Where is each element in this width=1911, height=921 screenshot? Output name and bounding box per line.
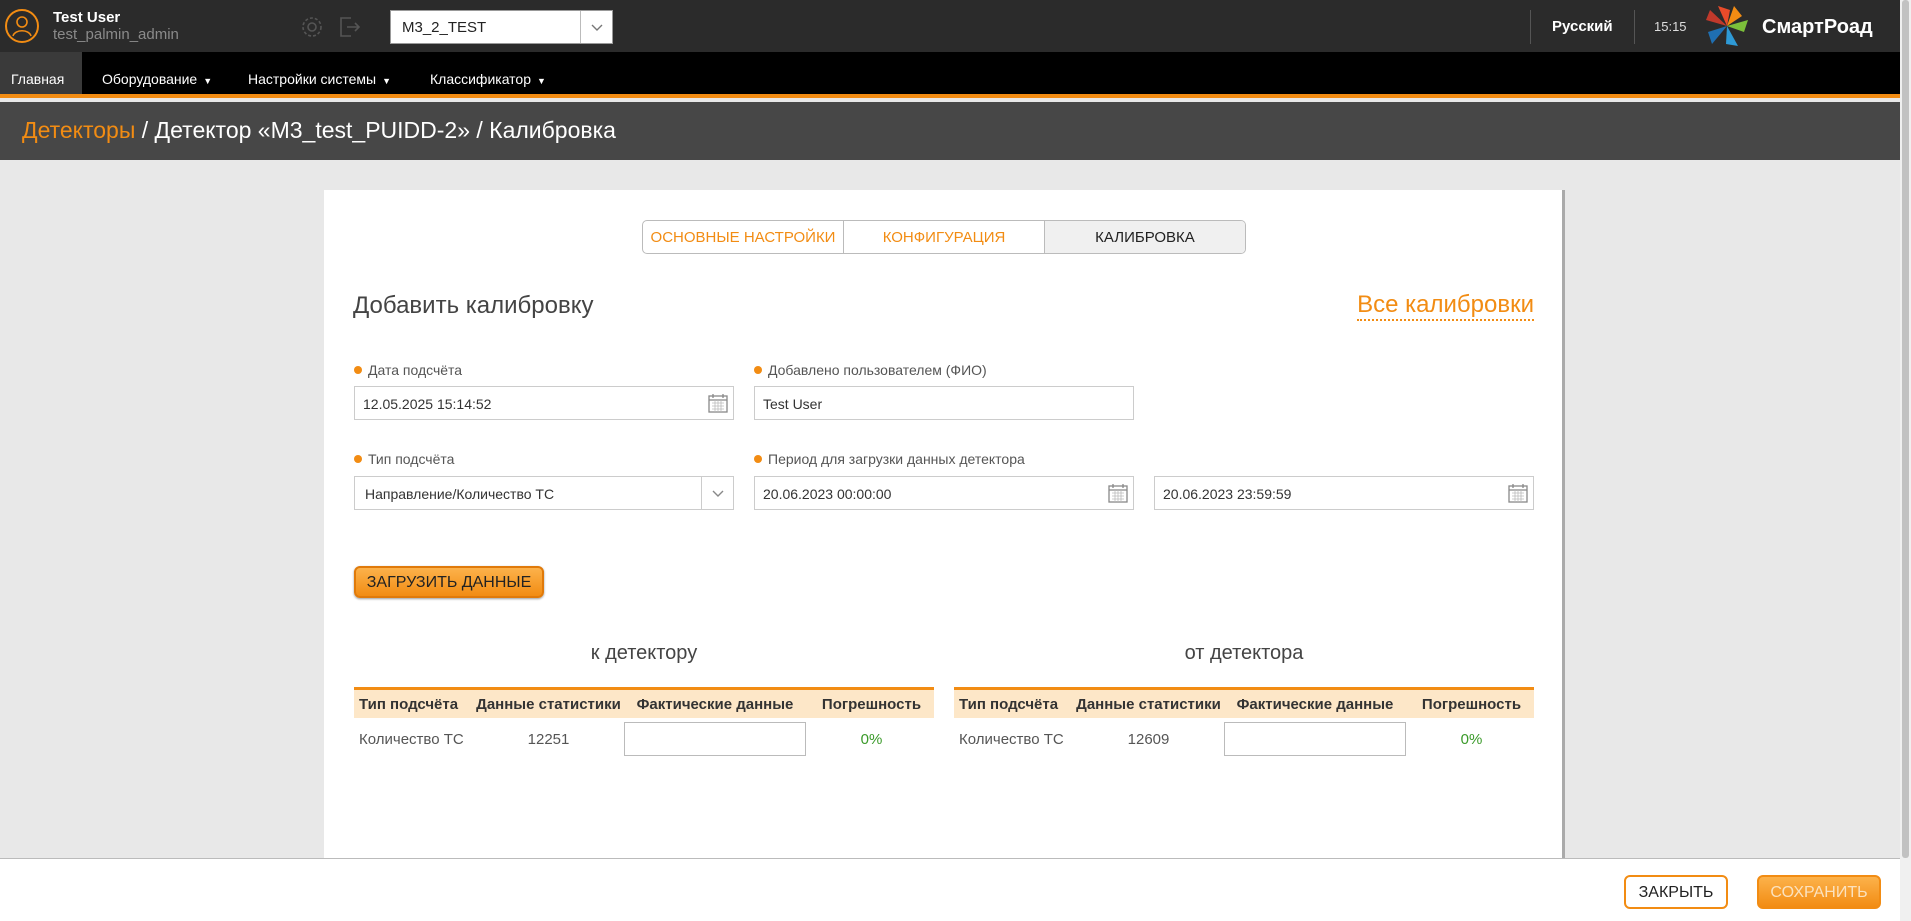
column-header: Погрешность xyxy=(1421,696,1522,713)
column-header: Фактические данные xyxy=(636,696,794,713)
menu-item-equipment[interactable]: Оборудование ▼ xyxy=(102,52,212,94)
error-cell: 0% xyxy=(1460,730,1483,748)
menu-item-classifier[interactable]: Классификатор ▼ xyxy=(430,52,546,94)
divider xyxy=(1530,10,1531,44)
clock: 15:15 xyxy=(1654,19,1687,34)
count-date-value: 12.05.2025 15:14:52 xyxy=(363,396,492,412)
label-text: Добавлено пользователем (ФИО) xyxy=(768,362,987,378)
count-type-select[interactable]: Направление/Количество ТС xyxy=(354,476,734,510)
required-dot-icon xyxy=(754,455,762,463)
project-select-value: M3_2_TEST xyxy=(402,19,487,36)
user-login: test_palmin_admin xyxy=(53,26,179,43)
column-header: Погрешность xyxy=(821,696,922,713)
added-by-field[interactable]: Test User xyxy=(754,386,1134,420)
period-to-field[interactable]: 20.06.2023 23:59:59 xyxy=(1154,476,1534,510)
table-header: Тип подсчёта Данные статистики Фактическ… xyxy=(954,687,1534,718)
count-type-cell: Количество ТС xyxy=(359,730,464,748)
top-bar: Test User test_palmin_admin M3_2_TEST Ру… xyxy=(0,0,1900,52)
actual-data-input[interactable] xyxy=(1224,722,1406,756)
actual-data-cell xyxy=(621,722,809,756)
table-row: Количество ТС 12251 0% xyxy=(354,718,934,760)
column-header: Тип подсчёта xyxy=(359,696,459,713)
project-select[interactable]: M3_2_TEST xyxy=(390,10,613,44)
stats-cell: 12251 xyxy=(527,730,570,748)
page-title: Добавить калибровку xyxy=(353,292,594,319)
actual-data-cell xyxy=(1221,722,1409,756)
from-detector-table: Тип подсчёта Данные статистики Фактическ… xyxy=(954,687,1534,760)
added-by-label: Добавлено пользователем (ФИО) xyxy=(754,362,987,378)
user-avatar-icon[interactable] xyxy=(5,9,39,43)
chevron-down-icon: ▼ xyxy=(537,76,546,86)
scrollbar-thumb[interactable] xyxy=(1902,0,1909,858)
menu-item-label: Настройки системы xyxy=(248,71,377,87)
language-switch[interactable]: Русский xyxy=(1552,18,1613,35)
period-from-field[interactable]: 20.06.2023 00:00:00 xyxy=(754,476,1134,510)
gear-icon[interactable] xyxy=(300,15,324,39)
breadcrumb-current: / Детектор «M3_test_PUIDD-2» / Калибровк… xyxy=(135,117,616,143)
column-header: Фактические данные xyxy=(1236,696,1394,713)
menu-item-label: Оборудование xyxy=(102,71,198,87)
breadcrumb: Детекторы / Детектор «M3_test_PUIDD-2» /… xyxy=(22,117,616,144)
chevron-down-icon: ▼ xyxy=(203,76,213,86)
chevron-down-icon: ▼ xyxy=(382,76,392,86)
calibration-card: ОСНОВНЫЕ НАСТРОЙКИ КОНФИГУРАЦИЯ КАЛИБРОВ… xyxy=(324,190,1565,858)
added-by-value: Test User xyxy=(763,396,823,412)
close-button[interactable]: ЗАКРЫТЬ xyxy=(1624,875,1728,909)
brand-name: СмартРоад xyxy=(1762,16,1873,38)
to-detector-table: Тип подсчёта Данные статистики Фактическ… xyxy=(354,687,934,760)
chevron-down-icon xyxy=(580,11,612,43)
count-type-cell: Количество ТС xyxy=(959,730,1064,748)
table-row: Количество ТС 12609 0% xyxy=(954,718,1534,760)
from-detector-title: от детектора xyxy=(1184,642,1304,664)
logout-icon[interactable] xyxy=(337,15,361,39)
user-name: Test User xyxy=(53,9,121,26)
tab-calibration[interactable]: КАЛИБРОВКА xyxy=(1045,221,1245,253)
all-calibrations-link[interactable]: Все калибровки xyxy=(1357,291,1534,321)
label-text: Тип подсчёта xyxy=(368,451,455,467)
label-text: Дата подсчёта xyxy=(368,362,463,378)
tab-main-settings[interactable]: ОСНОВНЫЕ НАСТРОЙКИ xyxy=(643,221,844,253)
column-header: Тип подсчёта xyxy=(959,696,1059,713)
chevron-down-icon xyxy=(701,477,733,509)
tab-group: ОСНОВНЫЕ НАСТРОЙКИ КОНФИГУРАЦИЯ КАЛИБРОВ… xyxy=(642,220,1246,254)
load-data-button[interactable]: ЗАГРУЗИТЬ ДАННЫЕ xyxy=(354,566,544,598)
divider xyxy=(1634,10,1635,44)
column-header: Данные статистики xyxy=(1076,696,1221,713)
calendar-icon[interactable] xyxy=(1507,482,1529,504)
menu-item-home[interactable]: Главная xyxy=(0,52,83,94)
main-menu: Главная Оборудование ▼ Настройки системы ▼… xyxy=(0,52,1900,98)
page-scrollbar[interactable] xyxy=(1900,0,1911,921)
column-header: Данные статистики xyxy=(476,696,621,713)
stats-cell: 12609 xyxy=(1127,730,1170,748)
required-dot-icon xyxy=(354,366,362,374)
table-header: Тип подсчёта Данные статистики Фактическ… xyxy=(354,687,934,718)
count-date-label: Дата подсчёта xyxy=(354,362,462,378)
period-from-value: 20.06.2023 00:00:00 xyxy=(763,486,892,502)
period-to-value: 20.06.2023 23:59:59 xyxy=(1163,486,1292,502)
breadcrumb-link-detectors[interactable]: Детекторы xyxy=(22,117,135,143)
required-dot-icon xyxy=(754,366,762,374)
calendar-icon[interactable] xyxy=(707,392,729,414)
tab-configuration[interactable]: КОНФИГУРАЦИЯ xyxy=(844,221,1045,253)
menu-item-system-settings[interactable]: Настройки системы ▼ xyxy=(248,52,391,94)
count-type-label: Тип подсчёта xyxy=(354,451,454,467)
to-detector-title: к детектору xyxy=(590,642,698,664)
menu-item-label: Классификатор xyxy=(430,71,532,87)
menu-item-label: Главная xyxy=(11,71,65,87)
count-type-value: Направление/Количество ТС xyxy=(365,486,555,502)
footer-bar: ЗАКРЫТЬ СОХРАНИТЬ xyxy=(0,858,1900,921)
actual-data-input[interactable] xyxy=(624,722,806,756)
breadcrumb-bar: Детекторы / Детектор «M3_test_PUIDD-2» /… xyxy=(0,102,1900,160)
save-button[interactable]: СОХРАНИТЬ xyxy=(1757,875,1881,909)
smartroad-logo-icon xyxy=(1704,4,1750,48)
error-cell: 0% xyxy=(860,730,883,748)
calendar-icon[interactable] xyxy=(1107,482,1129,504)
label-text: Период для загрузки данных детектора xyxy=(768,451,1025,467)
count-date-field[interactable]: 12.05.2025 15:14:52 xyxy=(354,386,734,420)
required-dot-icon xyxy=(354,455,362,463)
period-label: Период для загрузки данных детектора xyxy=(754,451,1025,467)
